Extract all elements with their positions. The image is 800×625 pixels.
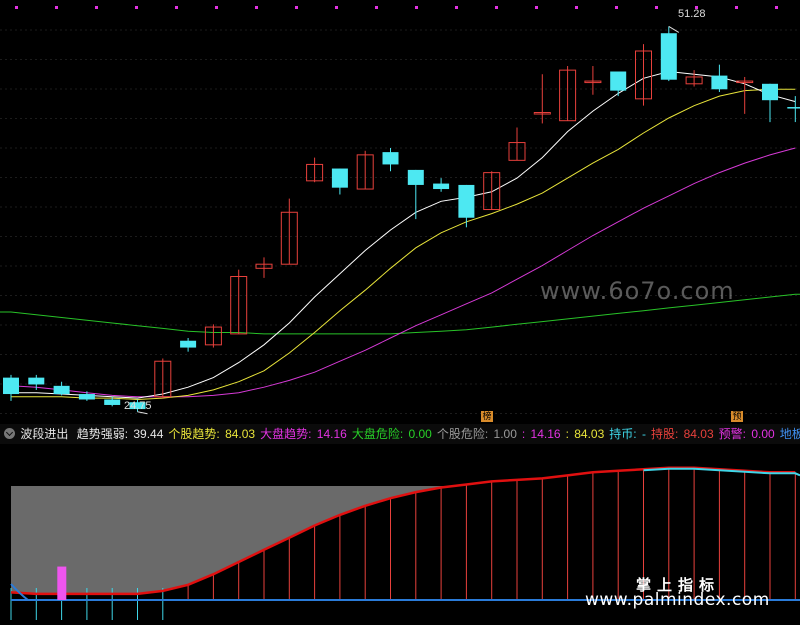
top-marker-dot bbox=[135, 6, 138, 9]
indicator-item: 个股危险: bbox=[436, 427, 492, 441]
top-marker-dot bbox=[735, 6, 738, 9]
indicator-item: 大盘趋势: bbox=[260, 427, 315, 441]
indicator-item-value: 84.03 bbox=[683, 427, 714, 441]
indicator-item-value: 84.03 bbox=[574, 427, 605, 441]
ma-yellow-line bbox=[11, 88, 796, 401]
low-price-label: 24.75 bbox=[124, 400, 152, 412]
indicator-item-value: 14.16 bbox=[530, 427, 561, 441]
indicator-item: 持币: bbox=[609, 427, 640, 441]
candle-body-down bbox=[331, 168, 348, 188]
indicator-item: 预警: bbox=[718, 427, 750, 441]
chart-stage: 51.28 24.75 榜 预 www.6o7o.com 波段进出 趋势强弱: … bbox=[0, 0, 800, 625]
candlestick-chart[interactable] bbox=[0, 0, 800, 424]
candle-body-down bbox=[458, 184, 475, 218]
indicator-item: 趋势强弱: bbox=[76, 427, 132, 441]
candle-body-down bbox=[660, 33, 677, 80]
top-marker-dot bbox=[415, 6, 418, 9]
indicator-item: 大盘危险: bbox=[351, 427, 407, 441]
indicator-item-value: 39.44 bbox=[133, 427, 164, 441]
indicator-info-bar: 波段进出 趋势强弱: 39.44 个股趋势: 84.03 大盘趋势: 14.16 大盘… bbox=[0, 424, 800, 444]
watermark-bottom-url: www.palmindex.com bbox=[585, 590, 770, 610]
top-marker-dot bbox=[455, 6, 458, 9]
high-price-label: 51.28 bbox=[678, 8, 706, 20]
high-pointer bbox=[668, 25, 680, 33]
tag-marker-1: 榜 bbox=[481, 411, 493, 422]
candle-body-down bbox=[78, 394, 95, 400]
indicator-item: 地板价: bbox=[779, 427, 800, 441]
top-marker-dot bbox=[55, 6, 58, 9]
ma-white-line bbox=[11, 70, 796, 399]
top-mask bbox=[0, 444, 800, 486]
candle-body-down bbox=[382, 152, 399, 165]
top-marker-dot bbox=[535, 6, 538, 9]
watermark-top: www.6o7o.com bbox=[540, 277, 735, 305]
top-marker-dot bbox=[335, 6, 338, 9]
candle-body-down bbox=[762, 83, 778, 101]
candle-body-down bbox=[28, 377, 45, 385]
tag-marker-2: 预 bbox=[731, 411, 743, 422]
candle-body-down bbox=[104, 399, 121, 405]
candle-body-down bbox=[433, 183, 450, 190]
top-marker-dot bbox=[655, 6, 658, 9]
top-marker-dot bbox=[495, 6, 498, 9]
indicator-item: : bbox=[565, 427, 573, 441]
indicator-item: 持股: bbox=[650, 427, 682, 441]
indicator-item: 个股趋势: bbox=[168, 427, 224, 441]
pink-bar bbox=[57, 566, 67, 600]
candle-body-down bbox=[3, 377, 19, 395]
candle-body-down bbox=[610, 71, 627, 91]
candle-body-down bbox=[53, 385, 70, 395]
indicator-item-value: 14.16 bbox=[316, 427, 347, 441]
indicator-item-value: 1.00 bbox=[493, 427, 517, 441]
top-marker-dot bbox=[295, 6, 298, 9]
candle-body-down bbox=[407, 169, 424, 185]
top-marker-dot bbox=[375, 6, 378, 9]
candle-body-down bbox=[180, 340, 197, 348]
top-marker-dot bbox=[775, 6, 778, 9]
top-marker-dot bbox=[215, 6, 218, 9]
indicator-item-value: 0.00 bbox=[751, 427, 775, 441]
candle-body-down bbox=[711, 75, 728, 90]
indicator-item: : bbox=[521, 427, 529, 441]
indicator-item-value: 84.03 bbox=[225, 427, 256, 441]
collapse-icon[interactable] bbox=[4, 428, 15, 439]
top-marker-dot bbox=[95, 6, 98, 9]
top-marker-dot bbox=[175, 6, 178, 9]
candle-body-down bbox=[787, 107, 800, 109]
top-marker-dot bbox=[575, 6, 578, 9]
indicator-item-value: 0.00 bbox=[408, 427, 432, 441]
top-marker-dot bbox=[615, 6, 618, 9]
top-marker-dot bbox=[15, 6, 18, 9]
ma-magenta-line bbox=[10, 147, 796, 398]
indicator-item-value: - bbox=[641, 427, 646, 441]
top-marker-dot bbox=[255, 6, 258, 9]
low-pointer bbox=[137, 411, 148, 415]
indicator-items: 趋势强弱: 39.44 个股趋势: 84.03 大盘趋势: 14.16 大盘危险: 0… bbox=[74, 427, 800, 441]
indicator-name: 波段进出 bbox=[20, 427, 69, 441]
